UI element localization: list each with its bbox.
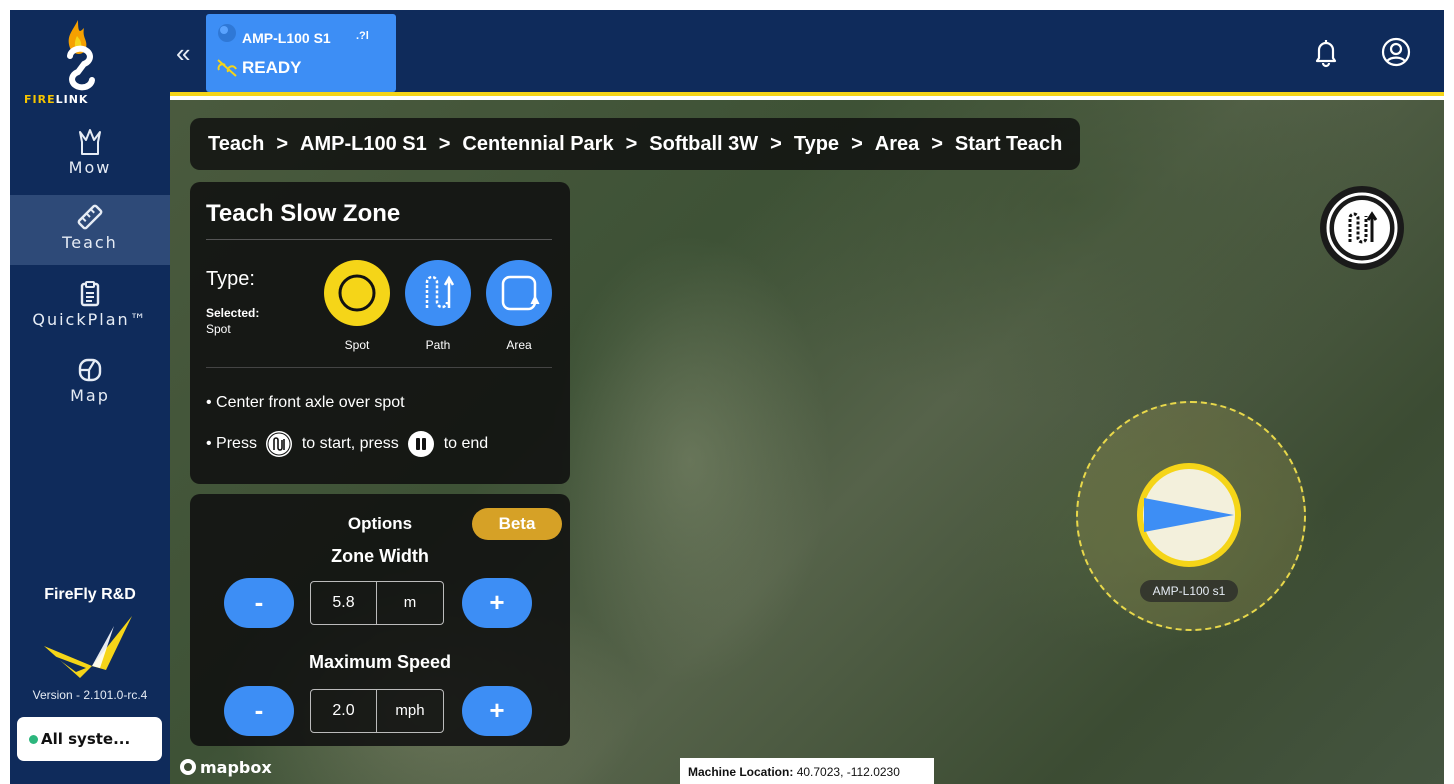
- divider: [206, 239, 552, 240]
- signal-icon: .?l: [356, 30, 369, 42]
- max-speed-decrease-button[interactable]: -: [224, 686, 294, 736]
- max-speed-unit: mph: [395, 702, 425, 719]
- type-label: Type:: [206, 268, 255, 290]
- start-teach-icon: [266, 431, 293, 457]
- system-status-label: All syste...: [41, 730, 131, 748]
- instruction-1: • Center front axle over spot: [206, 394, 405, 411]
- zone-width-unit: m: [403, 594, 417, 611]
- firelink-logo: FIRELINK: [10, 10, 170, 120]
- sidebar-item-teach[interactable]: Teach: [10, 195, 170, 265]
- breadcrumb-item[interactable]: Softball 3W: [649, 133, 758, 156]
- sidebar-item-label: Map: [70, 386, 110, 405]
- collapse-sidebar-icon[interactable]: «: [176, 38, 190, 69]
- version-text: Version - 2.101.0-rc.4: [32, 688, 148, 702]
- type-area-button[interactable]: [486, 260, 552, 326]
- top-header: « AMP-L100 S1 .?l READY: [170, 10, 1444, 96]
- divider: [206, 367, 552, 368]
- breadcrumb: Teach > AMP-L100 S1 > Centennial Park > Sof…: [190, 118, 1081, 170]
- machine-state: READY: [242, 58, 302, 77]
- type-area-label: Area: [506, 338, 532, 352]
- zone-width-increase-button[interactable]: +: [462, 578, 532, 628]
- start-teach-button[interactable]: [1320, 186, 1404, 270]
- path-icon: [425, 275, 455, 309]
- sidebar-item-quickplan[interactable]: QuickPlan™: [10, 272, 170, 342]
- zone-width-value: 5.8: [311, 582, 377, 624]
- type-spot-label: Spot: [344, 338, 370, 352]
- breadcrumb-item[interactable]: Teach: [208, 133, 264, 156]
- firefly-logo: [44, 616, 132, 678]
- zone-width-label: Zone Width: [331, 546, 429, 566]
- system-status-button[interactable]: All syste...: [17, 717, 162, 761]
- connection-icon: [218, 24, 236, 42]
- spot-icon: [338, 274, 376, 312]
- breadcrumb-item[interactable]: Centennial Park: [462, 133, 613, 156]
- user-account-icon[interactable]: [1380, 36, 1412, 68]
- type-path-button[interactable]: [405, 260, 471, 326]
- machine-name: AMP-L100 S1: [242, 30, 331, 46]
- beta-badge: Beta: [472, 508, 562, 540]
- teach-icon: [77, 204, 103, 230]
- max-speed-label: Maximum Speed: [308, 652, 452, 672]
- selected-value: Spot: [206, 322, 231, 336]
- breadcrumb-item-current: Start Teach: [954, 132, 1063, 155]
- org-name: FireFly R&D: [44, 586, 136, 603]
- panel-title: Teach Slow Zone: [206, 200, 401, 227]
- zone-width-decrease-button[interactable]: -: [224, 578, 294, 628]
- machine-location: Machine Location: 40.7023, -112.0230: [680, 758, 934, 784]
- status-dot: [29, 735, 38, 744]
- instruction-2: • Press to start, press to end: [206, 430, 488, 458]
- breadcrumb-item[interactable]: Type: [794, 133, 839, 156]
- options-panel: Options Beta Zone Width - 5.8 m + Maximu…: [190, 494, 570, 746]
- brand-text: FIRELINK: [24, 93, 89, 106]
- sidebar-item-label: Mow: [68, 158, 112, 177]
- sidebar: FIRELINK Mow Teach QuickPlan™ Map FireFl…: [10, 10, 170, 784]
- sidebar-item-label: Teach: [62, 233, 118, 252]
- sidebar-item-mow[interactable]: Mow: [10, 120, 170, 190]
- selected-label: Selected:: [206, 306, 260, 320]
- app-frame: FIRELINK Mow Teach QuickPlan™ Map FireFl…: [10, 10, 1444, 784]
- max-speed-value: 2.0: [311, 690, 377, 732]
- mow-icon: [79, 129, 101, 155]
- sidebar-item-map[interactable]: Map: [10, 348, 170, 418]
- machine-status-card[interactable]: AMP-L100 S1 .?l READY: [206, 14, 396, 92]
- breadcrumb-item[interactable]: AMP-L100 S1: [300, 133, 427, 156]
- machine-map-label: AMP-L100 s1: [1140, 580, 1238, 602]
- max-speed-field[interactable]: 2.0 mph: [310, 689, 444, 733]
- breadcrumb-item[interactable]: Area: [875, 133, 919, 156]
- type-spot-button[interactable]: [324, 260, 390, 326]
- max-speed-increase-button[interactable]: +: [462, 686, 532, 736]
- start-teach-icon: [1326, 192, 1398, 264]
- machine-marker-icon[interactable]: [1134, 460, 1244, 570]
- map-icon: [78, 358, 102, 382]
- notification-bell-icon[interactable]: [1310, 36, 1342, 68]
- stop-teach-icon: [408, 431, 435, 457]
- mapbox-logo: mapbox: [180, 758, 272, 777]
- zone-width-field[interactable]: 5.8 m: [310, 581, 444, 625]
- area-icon: [501, 275, 540, 311]
- mapbox-icon: [180, 759, 196, 775]
- quickplan-icon: [80, 281, 100, 307]
- teach-slow-zone-panel: Teach Slow Zone Type: Selected: Spot Spo…: [190, 182, 570, 484]
- no-link-icon: [217, 59, 237, 77]
- type-path-label: Path: [425, 338, 451, 352]
- sidebar-item-label: QuickPlan™: [32, 310, 148, 329]
